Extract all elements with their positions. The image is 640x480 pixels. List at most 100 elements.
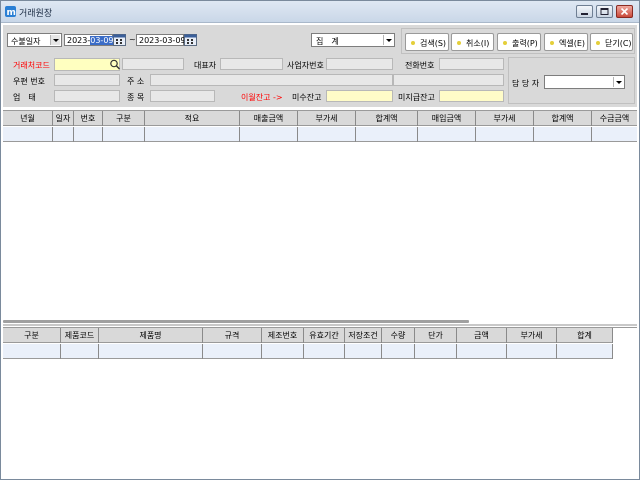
table-cell[interactable] <box>103 127 145 142</box>
col-header[interactable]: 일자 <box>53 111 74 126</box>
ceo-label: 대표자 <box>194 61 217 70</box>
table-cell[interactable] <box>298 127 356 142</box>
calendar-icon <box>113 34 126 46</box>
col-header[interactable]: 수금금액 <box>592 111 637 126</box>
close-form-button[interactable]: 닫기(C) <box>590 33 633 51</box>
col-header[interactable]: 제품명 <box>99 328 203 343</box>
col-header[interactable]: 부가세 <box>507 328 557 343</box>
zip-field <box>54 74 120 86</box>
col-header[interactable]: 부가세 <box>476 111 534 126</box>
date-to-input[interactable]: 2023-03-09 <box>136 34 186 46</box>
cancel-button-label: 취소(I) <box>466 39 490 48</box>
trade-code-lookup-button[interactable] <box>109 59 121 70</box>
cancel-button[interactable]: 취소(I) <box>451 33 494 51</box>
col-header[interactable]: 단가 <box>415 328 457 343</box>
table-cell[interactable] <box>457 344 507 359</box>
table-cell[interactable] <box>240 127 298 142</box>
search-button[interactable]: 검색(S) <box>405 33 449 51</box>
table-cell[interactable] <box>345 344 382 359</box>
table-cell[interactable] <box>99 344 203 359</box>
payable-balance-field <box>439 90 504 102</box>
table-cell[interactable] <box>61 344 99 359</box>
table-cell[interactable] <box>415 344 457 359</box>
col-header[interactable]: 부가세 <box>298 111 356 126</box>
product-grid[interactable]: 구분 제품코드 제품명 규격 제조번호 유효기간 저장조건 수량 단가 금액 부… <box>3 327 637 477</box>
manager-label: 담 당 자 <box>512 79 540 88</box>
col-header[interactable]: 년월 <box>3 111 53 126</box>
col-header[interactable]: 규격 <box>203 328 262 343</box>
ceo-field <box>220 58 283 70</box>
col-header[interactable]: 구분 <box>103 111 145 126</box>
col-header[interactable]: 적요 <box>145 111 240 126</box>
table-cell[interactable] <box>145 127 240 142</box>
col-header[interactable]: 매입금액 <box>418 111 476 126</box>
minimize-button[interactable] <box>576 5 593 18</box>
payable-label: 미지급잔고 <box>398 93 435 102</box>
col-header[interactable]: 제조번호 <box>262 328 304 343</box>
table-cell[interactable] <box>53 127 74 142</box>
manager-select[interactable] <box>544 75 625 89</box>
ledger-window: m 거래원장 수불일자 2023-03-09 ~ 2023-03-09 집 계 … <box>0 0 640 480</box>
table-cell[interactable] <box>203 344 262 359</box>
col-header[interactable]: 합계 <box>557 328 613 343</box>
table-cell[interactable] <box>534 127 592 142</box>
excel-button[interactable]: 엑셀(E) <box>544 33 588 51</box>
chevron-down-icon[interactable] <box>383 35 393 45</box>
print-button[interactable]: 출력(P) <box>497 33 541 51</box>
phone-field <box>439 58 504 70</box>
calendar-icon <box>184 34 197 46</box>
date-to-value: 2023-03-09 <box>139 36 186 45</box>
maximize-button[interactable] <box>596 5 613 18</box>
biz-no-field <box>326 58 393 70</box>
col-header[interactable]: 금액 <box>457 328 507 343</box>
col-header[interactable]: 제품코드 <box>61 328 99 343</box>
table-cell[interactable] <box>557 344 613 359</box>
chevron-down-icon[interactable] <box>50 35 60 45</box>
date-from-input[interactable]: 2023-03-09 <box>64 34 114 46</box>
table-cell[interactable] <box>356 127 418 142</box>
date-to-calendar-button[interactable] <box>184 34 197 46</box>
table-cell[interactable] <box>592 127 637 142</box>
col-header[interactable]: 합계액 <box>356 111 418 126</box>
grid-splitter[interactable] <box>3 324 637 326</box>
date-type-select[interactable]: 수불일자 <box>7 33 62 47</box>
close-form-button-label: 닫기(C) <box>605 39 632 48</box>
receivable-balance-field <box>326 90 393 102</box>
trade-code-label: 거래처코드 <box>13 61 50 70</box>
biz-no-label: 사업자번호 <box>287 61 324 70</box>
summary-mode-select[interactable]: 집 계 <box>311 33 395 47</box>
date-from-text: 2023-03-09 <box>67 36 114 45</box>
col-header[interactable]: 매출금액 <box>240 111 298 126</box>
col-header[interactable]: 수량 <box>382 328 415 343</box>
summary-mode-value: 집 계 <box>316 37 339 46</box>
table-cell[interactable] <box>418 127 476 142</box>
col-header[interactable]: 번호 <box>74 111 103 126</box>
table-cell[interactable] <box>3 344 61 359</box>
col-header[interactable]: 구분 <box>3 328 61 343</box>
table-cell[interactable] <box>262 344 304 359</box>
table-cell[interactable] <box>74 127 103 142</box>
chevron-down-icon[interactable] <box>613 77 623 87</box>
col-header[interactable]: 유효기간 <box>304 328 345 343</box>
table-row[interactable] <box>3 127 637 142</box>
zip-label: 우편 번호 <box>13 77 45 86</box>
search-icon <box>110 59 120 70</box>
date-from-calendar-button[interactable] <box>113 34 126 46</box>
table-cell[interactable] <box>3 127 53 142</box>
horizontal-scrollbar[interactable] <box>3 320 469 323</box>
filter-panel: 수불일자 2023-03-09 ~ 2023-03-09 집 계 검색(S) 취… <box>3 25 637 107</box>
table-cell[interactable] <box>382 344 415 359</box>
title-bar[interactable]: m 거래원장 <box>1 1 639 23</box>
carryover-label: 이월잔고 -> <box>241 93 283 102</box>
bullet-icon <box>411 41 415 45</box>
product-grid-header: 구분 제품코드 제품명 규격 제조번호 유효기간 저장조건 수량 단가 금액 부… <box>3 328 613 343</box>
table-row[interactable] <box>3 344 613 359</box>
close-icon <box>620 8 629 15</box>
col-header[interactable]: 저장조건 <box>345 328 382 343</box>
table-cell[interactable] <box>304 344 345 359</box>
table-cell[interactable] <box>507 344 557 359</box>
table-cell[interactable] <box>476 127 534 142</box>
close-button[interactable] <box>616 5 633 18</box>
ledger-grid[interactable]: 년월 일자 번호 구분 적요 매출금액 부가세 합계액 매입금액 부가세 합계액… <box>3 110 637 322</box>
col-header[interactable]: 합계액 <box>534 111 592 126</box>
